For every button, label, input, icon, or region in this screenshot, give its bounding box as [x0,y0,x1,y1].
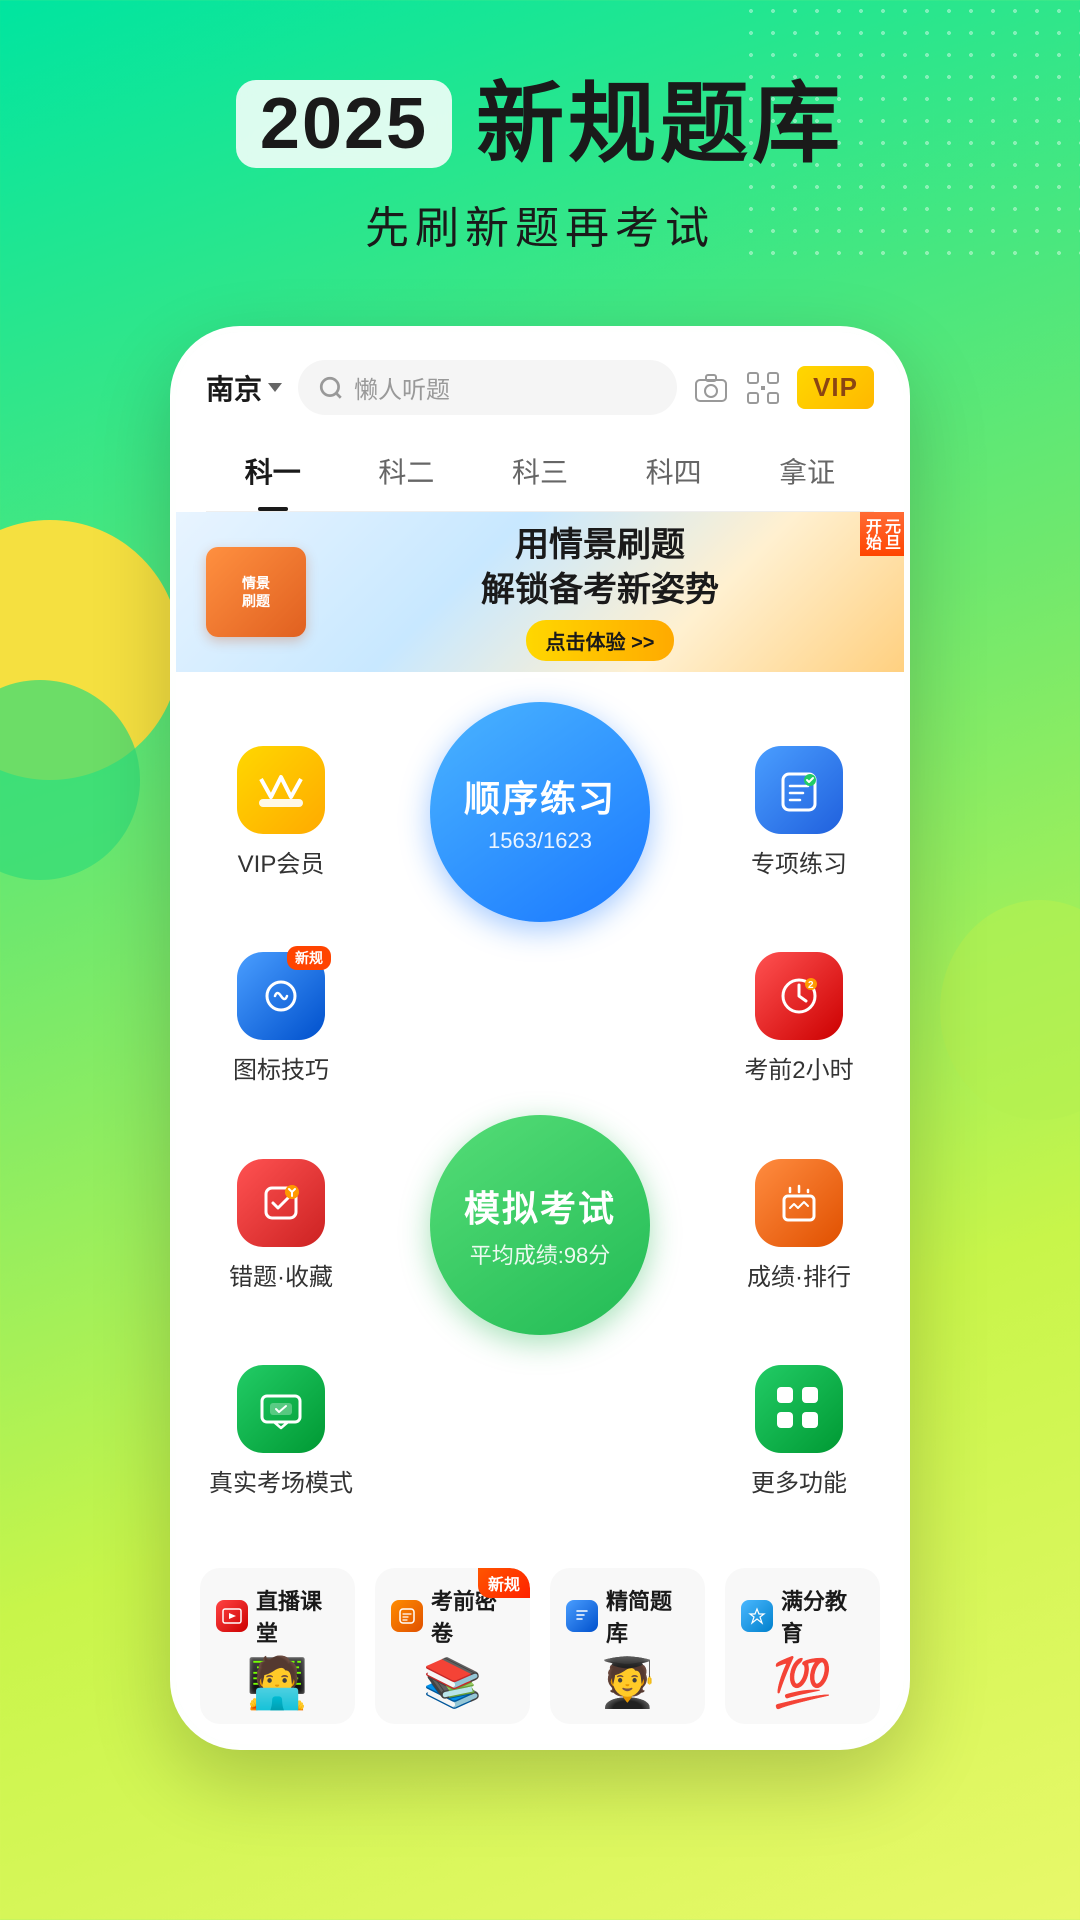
banner[interactable]: 情景刷题 用情景刷题 解锁备考新姿势 点击体验 >> 元旦开始 [176,512,904,672]
card-live-header: 直播课堂 [216,1584,339,1648]
tab-ke2[interactable]: 科二 [340,435,474,511]
scan-icon[interactable] [745,370,781,406]
card-simple-body: 🧑‍🎓 [566,1658,689,1708]
card-perfect-body: 💯 [741,1658,864,1708]
card-secret[interactable]: 新规 考前密卷 📚 [375,1568,530,1724]
realexam-label: 真实考场模式 [209,1463,353,1498]
more-label: 更多功能 [751,1463,847,1498]
mock-exam-sub: 平均成绩:98分 [470,1238,611,1270]
more-icon [755,1365,843,1453]
card-perfect[interactable]: 满分教育 💯 [725,1568,880,1724]
card-simple-icon [566,1600,598,1632]
card-perfect-header: 满分教育 [741,1584,864,1648]
card-secret-body: 📚 [391,1658,514,1708]
grid-item-score[interactable]: 成绩·排行 [724,1159,874,1292]
grid-row-3: 错题·收藏 模拟考试 平均成绩:98分 成绩·排行 [206,1115,874,1335]
main-title: 新规题库 [476,80,844,168]
secret-new-badge: 新规 [478,1568,530,1598]
wrong-label: 错题·收藏 [229,1257,333,1292]
practice-circle[interactable]: 顺序练习 1563/1623 [430,702,650,922]
card-simple-illustration: 🧑‍🎓 [598,1660,658,1708]
mock-exam-circle[interactable]: 模拟考试 平均成绩:98分 [430,1115,650,1335]
search-placeholder: 懒人听题 [354,370,450,405]
grid-item-wrong[interactable]: 错题·收藏 [206,1159,356,1292]
exam2h-icon: 2 [755,952,843,1040]
newrule-label: 图标技巧 [233,1050,329,1085]
tab-ke3[interactable]: 科三 [473,435,607,511]
mock-exam-title: 模拟考试 [464,1180,616,1232]
practice-title: 顺序练习 [464,770,616,822]
svg-text:2: 2 [808,980,814,991]
vip-label: VIP会员 [238,844,325,879]
banner-box: 情景刷题 [206,547,306,637]
phone-wrapper: 南京 懒人听题 [0,326,1080,1750]
grid-item-exam2h[interactable]: 2 考前2小时 [724,952,874,1085]
special-icon [755,746,843,834]
grid-item-more[interactable]: 更多功能 [724,1365,874,1498]
grid-row-2: 新规 图标技巧 2 考前2小时 [206,952,874,1085]
card-secret-illustration: 📚 [423,1660,483,1708]
card-live-illustration: 🧑‍💻 [246,1658,308,1708]
phone-mockup: 南京 懒人听题 [170,326,910,1750]
score-label: 成绩·排行 [747,1257,851,1292]
subtitle: 先刷新题再考试 [60,192,1020,256]
search-icon [318,375,344,401]
banner-title-line2: 解锁备考新姿势 [326,568,874,612]
grid-row-4: 真实考场模式 更多功能 [206,1365,874,1498]
bottom-cards: 直播课堂 🧑‍💻 新规 考前密卷 [176,1548,904,1744]
card-simple[interactable]: 精简题库 🧑‍🎓 [550,1568,705,1724]
card-secret-icon [391,1600,423,1632]
card-live-title: 直播课堂 [256,1584,339,1648]
exam2h-label: 考前2小时 [744,1050,853,1085]
title-row: 2025 新规题库 [60,80,1020,168]
card-perfect-icon [741,1600,773,1632]
card-simple-header: 精简题库 [566,1584,689,1648]
grid-item-vip[interactable]: VIP会员 [206,746,356,879]
card-perfect-title: 满分教育 [781,1584,864,1648]
card-live-body: 🧑‍💻 [216,1658,339,1708]
special-label: 专项练习 [751,844,847,879]
app-header: 南京 懒人听题 [176,332,904,512]
top-bar: 南京 懒人听题 [206,360,874,415]
card-simple-title: 精简题库 [606,1584,689,1648]
newrule-icon: 新规 [237,952,325,1040]
nav-tabs: 科一 科二 科三 科四 拿证 [206,435,874,512]
banner-text-group: 用情景刷题 解锁备考新姿势 点击体验 >> [326,523,874,660]
card-live[interactable]: 直播课堂 🧑‍💻 [200,1568,355,1724]
new-badge: 新规 [287,946,331,970]
main-grid: VIP会员 顺序练习 1563/1623 专项练 [176,672,904,1548]
grid-item-newrule[interactable]: 新规 图标技巧 [206,952,356,1085]
vip-icon [237,746,325,834]
banner-box-text: 情景刷题 [242,574,270,610]
score-icon [755,1159,843,1247]
year-badge: 2025 [236,80,452,168]
chevron-down-icon [268,383,282,392]
camera-icon[interactable] [693,370,729,406]
tab-ke1[interactable]: 科一 [206,435,340,511]
header-section: 2025 新规题库 先刷新题再考试 [0,0,1080,296]
wrong-icon [237,1159,325,1247]
city-selector[interactable]: 南京 [206,368,282,408]
vip-badge[interactable]: VIP [797,366,874,409]
banner-content: 情景刷题 用情景刷题 解锁备考新姿势 点击体验 >> [176,523,904,660]
grid-item-special[interactable]: 专项练习 [724,746,874,879]
tab-nazheng[interactable]: 拿证 [740,435,874,511]
practice-progress: 1563/1623 [488,828,592,854]
card-perfect-illustration: 💯 [773,1660,833,1708]
realexam-icon [237,1365,325,1453]
city-name: 南京 [206,368,262,408]
card-live-icon [216,1600,248,1632]
banner-cta[interactable]: 点击体验 >> [526,620,675,661]
banner-title-line1: 用情景刷题 [326,523,874,567]
tab-ke4[interactable]: 科四 [607,435,741,511]
search-bar[interactable]: 懒人听题 [298,360,677,415]
grid-item-realexam[interactable]: 真实考场模式 [206,1365,356,1498]
grid-row-1: VIP会员 顺序练习 1563/1623 专项练 [206,702,874,922]
